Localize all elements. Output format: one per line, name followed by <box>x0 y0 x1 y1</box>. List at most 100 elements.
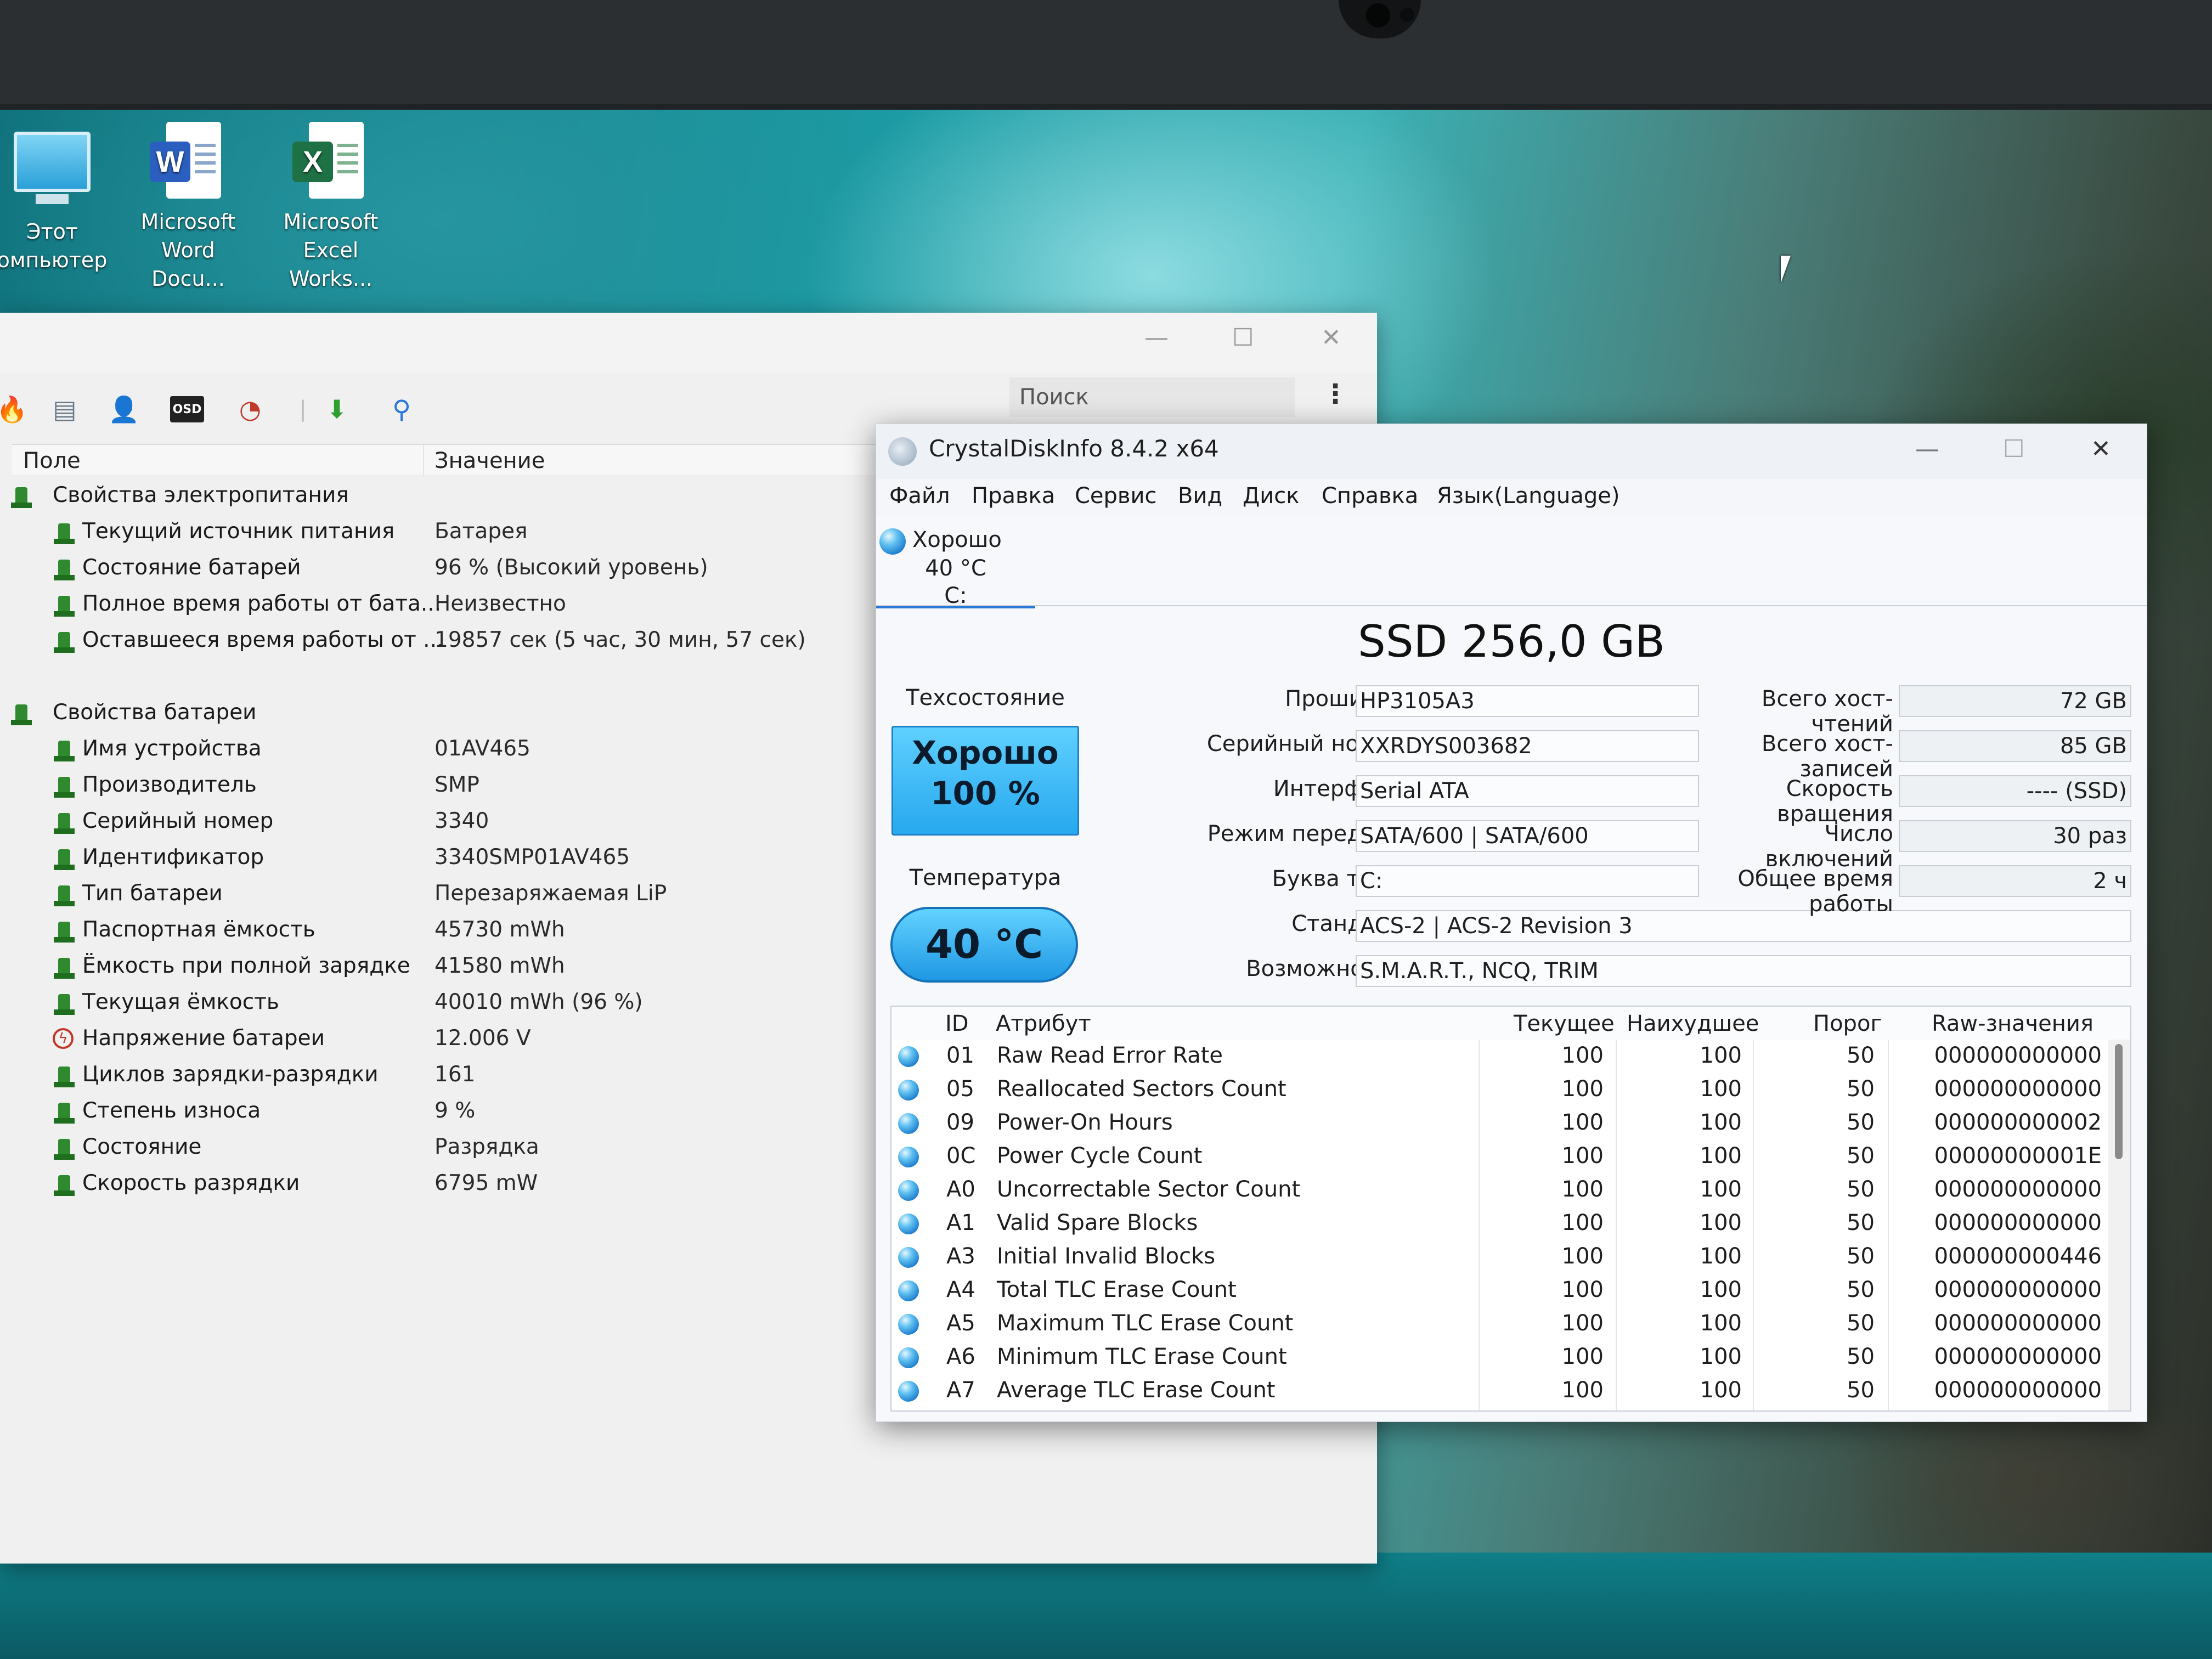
status-good-icon <box>898 1314 919 1335</box>
disk-title: SSD 256,0 GB <box>1358 616 1665 667</box>
smart-threshold: 50 <box>1847 1344 1875 1369</box>
battery-icon <box>54 777 75 798</box>
table-row[interactable]: 05 Reallocated Sectors Count 100 100 50 00000… <box>891 1073 2109 1107</box>
menu-bar: Файл Правка Сервис Вид Диск Справка Язык… <box>876 479 2147 517</box>
smart-worst: 100 <box>1700 1244 1742 1269</box>
menu-view[interactable]: Вид <box>1178 483 1222 509</box>
status-good-icon <box>898 1147 919 1167</box>
desktop-icon-label: Excel Works... <box>289 238 373 291</box>
download-arrow-icon[interactable]: ⬇ <box>319 392 354 427</box>
desktop-icon-label: омпьютер <box>0 248 108 272</box>
column-attribute[interactable]: Атрибут <box>996 1011 1091 1036</box>
smart-threshold: 50 <box>1847 1277 1875 1302</box>
smart-id: A6 <box>946 1344 975 1369</box>
column-current[interactable]: Текущее <box>1514 1011 1615 1036</box>
smart-attribute: Power Cycle Count <box>997 1143 1203 1169</box>
maximize-button[interactable]: ☐ <box>1232 324 1254 352</box>
maximize-button[interactable]: ☐ <box>2003 435 2024 463</box>
disk-tab-c[interactable]: Хорошо 40 °C C: <box>876 517 1035 608</box>
minimize-button[interactable]: — <box>1915 435 1939 463</box>
close-button[interactable]: ✕ <box>1321 324 1341 352</box>
list-value: Перезаряжаемая LiP <box>435 881 667 906</box>
table-row[interactable]: A5 Maximum TLC Erase Count 100 100 50 0000000… <box>891 1307 2109 1341</box>
smart-threshold: 50 <box>1847 1143 1875 1169</box>
column-id[interactable]: ID <box>945 1011 969 1036</box>
status-good-icon <box>898 1280 919 1301</box>
smart-raw: 000000000000 <box>1934 1344 2102 1369</box>
close-button[interactable]: ✕ <box>2091 435 2111 463</box>
drive-letter-field: C: <box>1356 865 1699 897</box>
table-row[interactable]: A4 Total TLC Erase Count 100 100 50 000000000… <box>891 1274 2109 1307</box>
status-good-icon <box>898 1381 919 1402</box>
menu-help[interactable]: Справка <box>1322 483 1418 509</box>
gauge-icon[interactable]: ◔ <box>233 392 268 427</box>
smart-threshold: 50 <box>1847 1110 1875 1135</box>
user-icon[interactable]: 👤 <box>106 392 142 427</box>
menu-edit[interactable]: Правка <box>972 483 1055 509</box>
desktop-icon-word[interactable]: W Microsoft Word Docu... <box>125 122 251 293</box>
smart-threshold: 50 <box>1847 1210 1875 1235</box>
status-good-icon <box>898 1080 919 1101</box>
table-row[interactable]: A0 Uncorrectable Sector Count 100 100 50 0000… <box>891 1173 2109 1207</box>
battery-icon <box>54 1103 75 1124</box>
smart-current: 100 <box>1561 1143 1604 1169</box>
table-row[interactable]: A6 Minimum TLC Erase Count 100 100 50 0000000… <box>891 1341 2109 1374</box>
minimize-button[interactable]: — <box>1144 324 1169 352</box>
column-threshold[interactable]: Порог <box>1813 1011 1882 1036</box>
report-icon[interactable]: ▤ <box>47 392 82 427</box>
battery-icon <box>54 849 75 870</box>
search-icon[interactable]: ⚲ <box>384 392 419 427</box>
table-row[interactable]: 09 Power-On Hours 100 100 50 000000000002 <box>891 1107 2109 1140</box>
health-status-button[interactable]: Хорошо 100 % <box>891 726 1079 836</box>
scrollbar-thumb[interactable] <box>2115 1044 2123 1159</box>
temperature-button[interactable]: 40 °C <box>890 907 1078 983</box>
table-row[interactable]: 01 Raw Read Error Rate 100 100 50 00000000000… <box>891 1040 2109 1073</box>
table-row[interactable]: A1 Valid Spare Blocks 100 100 50 000000000000 <box>891 1207 2109 1240</box>
health-label: Техсостояние <box>906 685 1065 710</box>
mouse-cursor <box>1781 256 1801 283</box>
smart-raw: 000000000002 <box>1934 1110 2102 1135</box>
smart-id: 0C <box>946 1143 976 1169</box>
desktop-icon-this-pc[interactable]: Этот омпьютер <box>0 132 115 274</box>
transfer-mode-field: SATA/600 | SATA/600 <box>1356 820 1699 852</box>
more-options-icon[interactable]: ⋮ <box>1322 379 1348 409</box>
flame-icon[interactable]: 🔥 <box>0 392 30 427</box>
scrollbar[interactable] <box>2108 1040 2130 1410</box>
smart-current: 100 <box>1561 1210 1604 1235</box>
menu-language[interactable]: Язык(Language) <box>1437 483 1620 509</box>
table-row[interactable]: A7 Average TLC Erase Count 100 100 50 0000000… <box>891 1374 2109 1408</box>
smart-worst: 100 <box>1700 1177 1742 1202</box>
host-writes-field: 85 GB <box>1899 730 2131 762</box>
table-row[interactable]: A3 Initial Invalid Blocks 100 100 50 00000000… <box>891 1240 2109 1274</box>
smart-id: A0 <box>946 1177 975 1202</box>
column-worst[interactable]: Наихудшее <box>1627 1011 1759 1036</box>
interface-field: Serial ATA <box>1356 775 1699 807</box>
column-raw[interactable]: Raw-значения <box>1932 1011 2094 1036</box>
search-input[interactable]: Поиск <box>1009 377 1295 417</box>
list-value: 3340SMP01AV465 <box>435 845 630 870</box>
status-good-icon <box>898 1113 919 1134</box>
column-value[interactable]: Значение <box>435 448 545 473</box>
desktop-icon-label: Microsoft <box>140 210 236 234</box>
list-value: 45730 mWh <box>435 917 565 942</box>
window-title: CrystalDiskInfo 8.4.2 x64 <box>929 435 1219 462</box>
list-value: 01AV465 <box>435 736 531 761</box>
menu-file[interactable]: Файл <box>889 483 950 509</box>
smart-worst: 100 <box>1700 1110 1742 1135</box>
menu-function[interactable]: Сервис <box>1075 483 1157 509</box>
smart-threshold: 50 <box>1847 1311 1875 1336</box>
table-row[interactable]: 0C Power Cycle Count 100 100 50 00000000001E <box>891 1140 2109 1173</box>
rotation-rate-field: ---- (SSD) <box>1899 775 2131 807</box>
health-good-icon <box>879 528 906 555</box>
menu-disk[interactable]: Диск <box>1243 483 1299 509</box>
smart-attribute: Minimum TLC Erase Count <box>997 1344 1287 1369</box>
desktop-icon-excel[interactable]: X Microsoft Excel Works... <box>268 122 394 293</box>
desktop-icon-label: Microsoft <box>283 210 379 234</box>
smart-worst: 100 <box>1700 1143 1742 1169</box>
column-field[interactable]: Поле <box>23 448 81 473</box>
smart-id: 09 <box>946 1110 974 1135</box>
battery-icon <box>54 596 75 617</box>
smart-raw: 000000000000 <box>1934 1210 2102 1235</box>
smart-worst: 100 <box>1700 1076 1742 1102</box>
osd-icon[interactable]: OSD <box>170 396 204 422</box>
